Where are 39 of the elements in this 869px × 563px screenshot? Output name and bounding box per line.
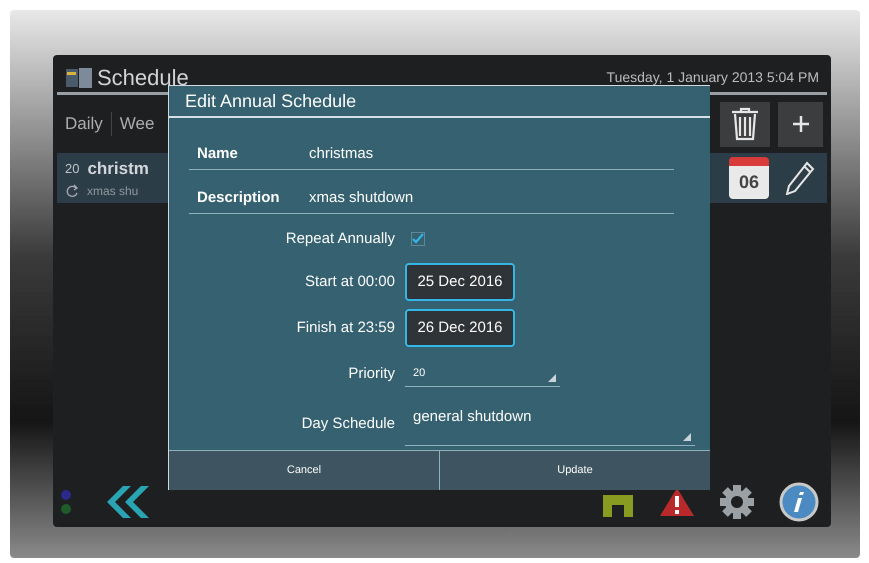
delete-button[interactable]: [720, 102, 770, 146]
calendar-day: 06: [738, 169, 760, 196]
date-time: Tuesday, 1 January 2013 5:04 PM: [606, 68, 819, 87]
app-flag-icon: [65, 66, 93, 88]
field-label: Description: [197, 188, 281, 208]
schedule-name: christm: [87, 158, 149, 180]
check-icon: [412, 233, 424, 245]
settings-icon[interactable]: [719, 484, 755, 520]
text-field[interactable]: Name christmas: [189, 126, 674, 170]
field-value: xmas shutdown: [309, 188, 414, 208]
day-schedule-dropdown[interactable]: general shutdown: [405, 402, 695, 446]
trash-icon: [730, 107, 760, 141]
dialog-title: Edit Annual Schedule: [185, 90, 356, 112]
tab[interactable]: Wee: [120, 111, 154, 137]
text-field[interactable]: Description xmas shutdown: [189, 170, 674, 214]
dialog-button[interactable]: Update: [439, 451, 710, 490]
app-title: Schedule: [97, 64, 189, 92]
tab[interactable]: Daily: [65, 111, 103, 137]
priority-dropdown[interactable]: 20: [405, 361, 560, 387]
field-label: Finish at 23:59: [296, 318, 395, 338]
date-field[interactable]: 25 Dec 2016: [405, 263, 515, 301]
plus-icon: [792, 115, 810, 133]
checkbox[interactable]: [411, 232, 425, 246]
schedule-description: xmas shu: [87, 182, 138, 200]
field-label: Start at 00:00: [304, 272, 395, 292]
field-label: Name: [197, 144, 239, 164]
dropdown-corner-icon: [548, 374, 556, 382]
date-field[interactable]: 26 Dec 2016: [405, 309, 515, 347]
pencil-icon[interactable]: [785, 161, 815, 195]
field-label: Priority: [347, 364, 395, 384]
add-button[interactable]: [778, 102, 823, 146]
dropdown-corner-icon: [683, 433, 691, 441]
field-value: christmas: [309, 144, 374, 164]
priority-number: 20: [65, 160, 80, 178]
repeat-icon: [65, 184, 79, 198]
dialog-button[interactable]: Cancel: [169, 451, 439, 490]
field-label: Repeat Annually: [284, 228, 395, 249]
field-label: Day Schedule: [300, 414, 395, 434]
info-icon[interactable]: [779, 482, 819, 522]
